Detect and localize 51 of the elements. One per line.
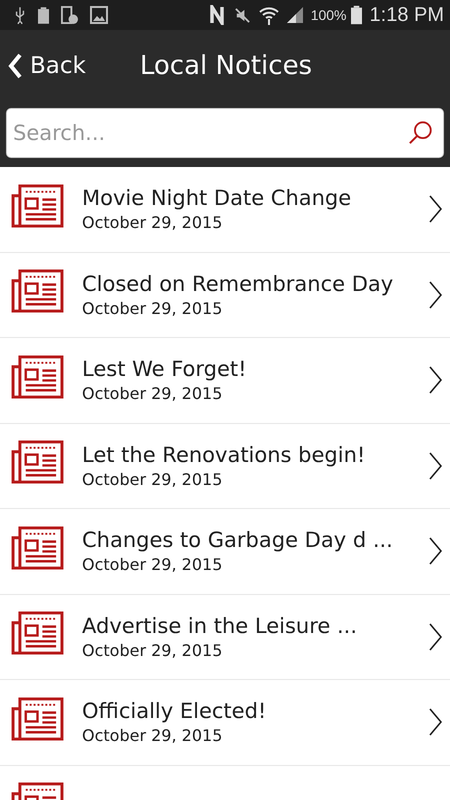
chevron-right-icon	[428, 195, 442, 224]
notice-item[interactable]: Advertise in the Leisure ... October 29, 2015	[0, 594, 450, 680]
chevron-right-icon	[428, 622, 442, 651]
notice-item[interactable]: Changes to Garbage Day d ... October 29, 2015	[0, 509, 450, 594]
notice-title: Changes to Garbage Day d ...	[82, 528, 394, 552]
device-clock-icon	[61, 6, 78, 24]
newspaper-icon	[10, 354, 65, 400]
notice-item[interactable]: Closed on Remembrance Day October 29, 2015	[0, 252, 450, 338]
mute-icon	[234, 6, 251, 24]
usb-icon	[14, 6, 26, 24]
notice-title: Closed on Remembrance Day	[82, 272, 394, 296]
screen-title: Local Notices	[140, 51, 312, 81]
battery-icon	[350, 5, 362, 25]
notice-item[interactable]: Movie Night Date Change October 29, 2015	[0, 167, 450, 252]
notice-item[interactable]: Lest We Forget! October 29, 2015	[0, 338, 450, 424]
back-button[interactable]: Back	[0, 53, 86, 79]
battery-percent: 100%	[310, 7, 347, 23]
clock: 1:18 PM	[370, 4, 444, 26]
chevron-right-icon	[428, 708, 442, 736]
notice-item[interactable]: Let the Renovations begin! October 29, 2015	[0, 424, 450, 509]
newspaper-icon	[10, 526, 65, 571]
nfc-icon	[208, 5, 226, 25]
notice-date: October 29, 2015	[82, 555, 224, 574]
newspaper-icon	[10, 440, 65, 486]
notice-title: Lest We Forget!	[82, 357, 248, 382]
newspaper-icon	[10, 269, 65, 314]
chevron-right-icon	[428, 280, 442, 309]
notice-title: Movie Night Date Change	[82, 186, 352, 210]
wifi-icon	[258, 5, 279, 25]
newspaper-icon	[10, 184, 65, 229]
image-icon	[90, 6, 108, 24]
newspaper-icon	[10, 696, 65, 742]
chevron-left-icon[interactable]	[8, 53, 22, 79]
chevron-right-icon	[428, 537, 442, 566]
search-icon[interactable]	[408, 120, 434, 146]
notice-date: October 29, 2015	[82, 298, 224, 318]
chevron-right-icon	[428, 366, 442, 394]
newspaper-icon	[10, 611, 65, 656]
notice-title: Advertise in the Leisure ...	[82, 614, 358, 638]
signal-icon	[286, 7, 303, 23]
notice-date: October 29, 2015	[82, 470, 224, 489]
notice-date: October 29, 2015	[82, 726, 224, 746]
notice-title: Let the Renovations begin!	[82, 442, 366, 467]
notice-date: October 29, 2015	[82, 384, 224, 404]
chevron-right-icon	[428, 452, 442, 480]
notice-item[interactable]: Officially Elected! October 29, 2015	[0, 680, 450, 766]
notice-date: October 29, 2015	[82, 213, 224, 232]
battery-icon	[38, 6, 49, 24]
search-field[interactable]: Search...	[6, 108, 444, 158]
notice-title: Officially Elected!	[82, 699, 268, 724]
notice-date: October 29, 2015	[82, 640, 224, 660]
